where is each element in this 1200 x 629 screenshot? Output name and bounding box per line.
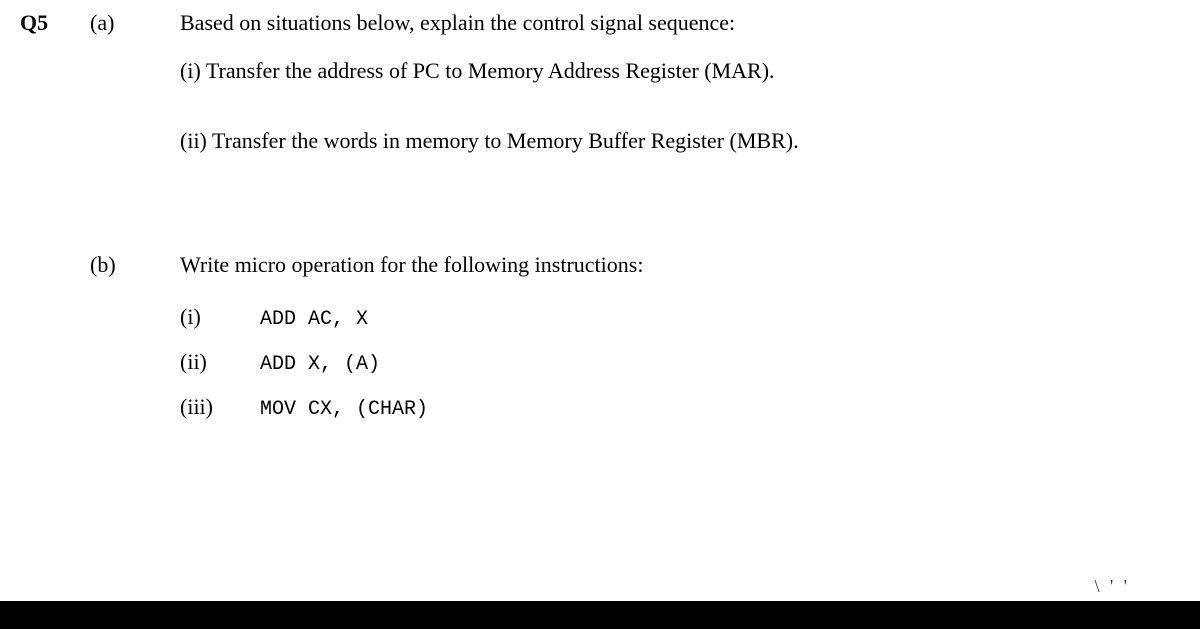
part-b-body: Write micro operation for the following …: [180, 252, 1180, 431]
part-a-item-2-marker: (ii): [180, 128, 207, 153]
part-a-row: Q5 (a) Based on situations below, explai…: [20, 10, 1180, 198]
part-b-item-3-code: MOV CX, (CHAR): [260, 398, 428, 421]
part-b-item-2-marker: (ii): [180, 349, 260, 375]
part-b-item-1-code: ADD AC, X: [260, 308, 368, 331]
part-a-item-2-text: Transfer the words in memory to Memory B…: [212, 128, 799, 153]
scribble-mark: \ ' ': [1095, 576, 1131, 597]
part-b-item-2: (ii) ADD X, (A): [180, 349, 1180, 376]
part-a-item-1-text: Transfer the address of PC to Memory Add…: [206, 58, 775, 83]
part-a-item-1-marker: (i): [180, 58, 201, 83]
part-b-item-3-marker: (iii): [180, 394, 260, 420]
part-b-item-3: (iii) MOV CX, (CHAR): [180, 394, 1180, 421]
part-b-item-1: (i) ADD AC, X: [180, 304, 1180, 331]
part-a-item-2: (ii) Transfer the words in memory to Mem…: [180, 128, 1180, 154]
question-number: Q5: [20, 10, 90, 36]
part-a-prompt: Based on situations below, explain the c…: [180, 10, 1180, 36]
part-a-label: (a): [90, 10, 180, 36]
question-page: Q5 (a) Based on situations below, explai…: [20, 10, 1180, 455]
part-a-item-1: (i) Transfer the address of PC to Memory…: [180, 58, 1180, 84]
part-b-item-2-code: ADD X, (A): [260, 353, 380, 376]
part-a-body: Based on situations below, explain the c…: [180, 10, 1180, 198]
part-b-label: (b): [90, 252, 180, 278]
part-b-row: (b) Write micro operation for the follow…: [20, 252, 1180, 431]
part-b-item-1-marker: (i): [180, 304, 260, 330]
part-b-prompt: Write micro operation for the following …: [180, 252, 1180, 278]
bottom-black-strip: [0, 601, 1200, 629]
